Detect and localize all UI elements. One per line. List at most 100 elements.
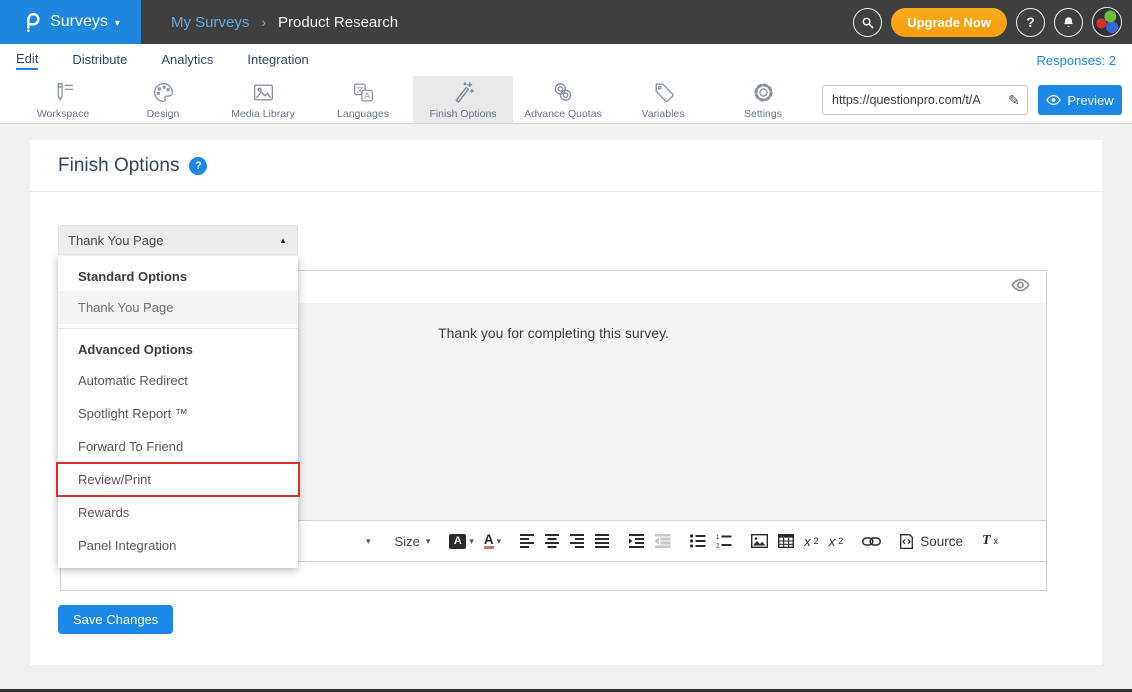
toolbar-item-variables[interactable]: Variables <box>613 76 713 123</box>
bullet-list-button[interactable] <box>685 527 711 555</box>
toolbar-item-languages[interactable]: 文 A Languages <box>313 76 413 123</box>
menu-item-review-print[interactable]: Review/Print <box>58 463 298 496</box>
bullet-list-icon <box>690 534 706 548</box>
menu-item-forward-to-friend[interactable]: Forward To Friend <box>58 430 298 463</box>
numbered-list-icon: 12 <box>716 534 732 548</box>
insert-table-button[interactable] <box>773 527 799 555</box>
superscript-button[interactable]: x2 <box>824 527 849 555</box>
menu-item-panel-integration[interactable]: Panel Integration <box>58 529 298 562</box>
help-button[interactable]: ? <box>1016 8 1045 37</box>
notifications-button[interactable] <box>1054 8 1083 37</box>
chevron-up-icon: ▲ <box>279 236 297 245</box>
svg-text:1: 1 <box>716 535 720 541</box>
responses-count[interactable]: Responses: 2 <box>1037 53 1132 68</box>
font-size-select[interactable]: Size ▾ <box>390 527 436 555</box>
toolbar-item-finish-options[interactable]: Finish Options <box>413 76 513 123</box>
advance-quotas-icon <box>551 80 576 105</box>
align-right-button[interactable] <box>565 527 590 555</box>
increase-indent-button[interactable] <box>624 527 650 555</box>
questionpro-logo-icon <box>21 10 43 34</box>
variables-icon <box>651 80 676 105</box>
toolbar-item-workspace[interactable]: Workspace <box>13 76 113 123</box>
toolbar-item-design[interactable]: Design <box>113 76 213 123</box>
insert-link-button[interactable] <box>857 527 886 555</box>
svg-text:文: 文 <box>356 84 364 93</box>
decrease-indent-button[interactable] <box>650 527 676 555</box>
menu-group-advanced-options: Advanced Options <box>58 334 298 364</box>
help-icon[interactable]: ? <box>189 157 207 175</box>
finish-options-icon <box>451 80 476 105</box>
breadcrumb-my-surveys[interactable]: My Surveys <box>171 14 249 31</box>
increase-indent-icon <box>629 534 645 548</box>
save-changes-button[interactable]: Save Changes <box>58 605 173 634</box>
remove-format-button[interactable]: Tx <box>977 527 1003 555</box>
tab-integration[interactable]: Integration <box>247 52 308 69</box>
chevron-down-icon: ▾ <box>115 18 120 29</box>
selected-finish-option: Thank You Page <box>59 233 163 248</box>
menu-item-rewards[interactable]: Rewards <box>58 496 298 529</box>
breadcrumb-current-survey: Product Research <box>278 14 398 31</box>
finish-options-page: Finish Options ? Thank you for completin… <box>0 124 1132 692</box>
menu-item-automatic-redirect[interactable]: Automatic Redirect <box>58 364 298 397</box>
survey-url-input[interactable] <box>823 93 1001 107</box>
source-button[interactable]: Source <box>895 527 968 555</box>
card-header: Finish Options ? <box>30 140 1102 192</box>
preview-button[interactable]: Preview <box>1038 85 1122 115</box>
insert-table-icon <box>778 534 794 548</box>
settings-icon <box>751 80 776 105</box>
breadcrumb: My Surveys › Product Research <box>171 14 398 31</box>
product-menu-label: Surveys <box>50 13 108 31</box>
menu-item-spotlight-report[interactable]: Spotlight Report ™ <box>58 397 298 430</box>
decrease-indent-icon <box>655 534 671 548</box>
search-icon <box>860 15 875 30</box>
background-color-button[interactable]: A ▾ <box>444 527 479 555</box>
survey-url-box: ✎ <box>822 85 1028 115</box>
top-bar-actions: Upgrade Now ? <box>853 0 1122 44</box>
align-center-icon <box>545 534 560 548</box>
insert-image-icon <box>751 534 768 548</box>
text-color-button[interactable]: A ▾ <box>479 527 506 555</box>
numbered-list-button[interactable]: 12 <box>711 527 737 555</box>
media-library-icon <box>251 80 276 105</box>
workspace-icon <box>51 80 76 105</box>
edit-toolbar: Workspace Design Media Library 文 A <box>0 76 1132 124</box>
tab-edit[interactable]: Edit <box>16 51 38 70</box>
languages-icon: 文 A <box>351 80 376 105</box>
finish-option-menu: Standard Options Thank You Page Advanced… <box>58 256 298 568</box>
tab-distribute[interactable]: Distribute <box>72 52 127 69</box>
svg-text:2: 2 <box>716 544 720 549</box>
align-left-icon <box>520 534 535 548</box>
survey-tabs: Edit Distribute Analytics Integration Re… <box>0 44 1132 76</box>
edit-url-icon[interactable]: ✎ <box>1001 92 1027 109</box>
questionpro-app: Surveys ▾ My Surveys › Product Research … <box>0 0 1132 692</box>
menu-group-standard-options: Standard Options <box>58 261 298 291</box>
tab-analytics[interactable]: Analytics <box>161 52 213 69</box>
menu-divider <box>58 324 298 329</box>
align-left-button[interactable] <box>515 527 540 555</box>
avatar[interactable] <box>1092 7 1122 37</box>
align-right-icon <box>570 534 585 548</box>
subscript-button[interactable]: x2 <box>799 527 824 555</box>
svg-text:A: A <box>364 90 370 100</box>
justify-button[interactable] <box>590 527 615 555</box>
font-dropdown-caret[interactable]: ▾ <box>361 527 376 555</box>
justify-icon <box>595 534 610 548</box>
align-center-button[interactable] <box>540 527 565 555</box>
page-title: Finish Options <box>58 155 179 177</box>
preview-eye-icon[interactable] <box>1011 278 1030 292</box>
design-icon <box>151 80 176 105</box>
top-bar: Surveys ▾ My Surveys › Product Research … <box>0 0 1132 44</box>
search-button[interactable] <box>853 8 882 37</box>
insert-image-button[interactable] <box>746 527 773 555</box>
menu-item-thank-you-page[interactable]: Thank You Page <box>58 291 298 324</box>
upgrade-now-button[interactable]: Upgrade Now <box>891 8 1007 37</box>
bell-icon <box>1061 15 1076 30</box>
product-switcher[interactable]: Surveys ▾ <box>0 0 141 44</box>
toolbar-item-advance-quotas[interactable]: Advance Quotas <box>513 76 613 123</box>
link-icon <box>862 536 881 547</box>
toolbar-item-media-library[interactable]: Media Library <box>213 76 313 123</box>
eye-icon <box>1046 94 1061 106</box>
toolbar-item-settings[interactable]: Settings <box>713 76 813 123</box>
breadcrumb-separator: › <box>261 14 266 30</box>
finish-option-select[interactable]: Thank You Page ▲ <box>58 225 298 255</box>
